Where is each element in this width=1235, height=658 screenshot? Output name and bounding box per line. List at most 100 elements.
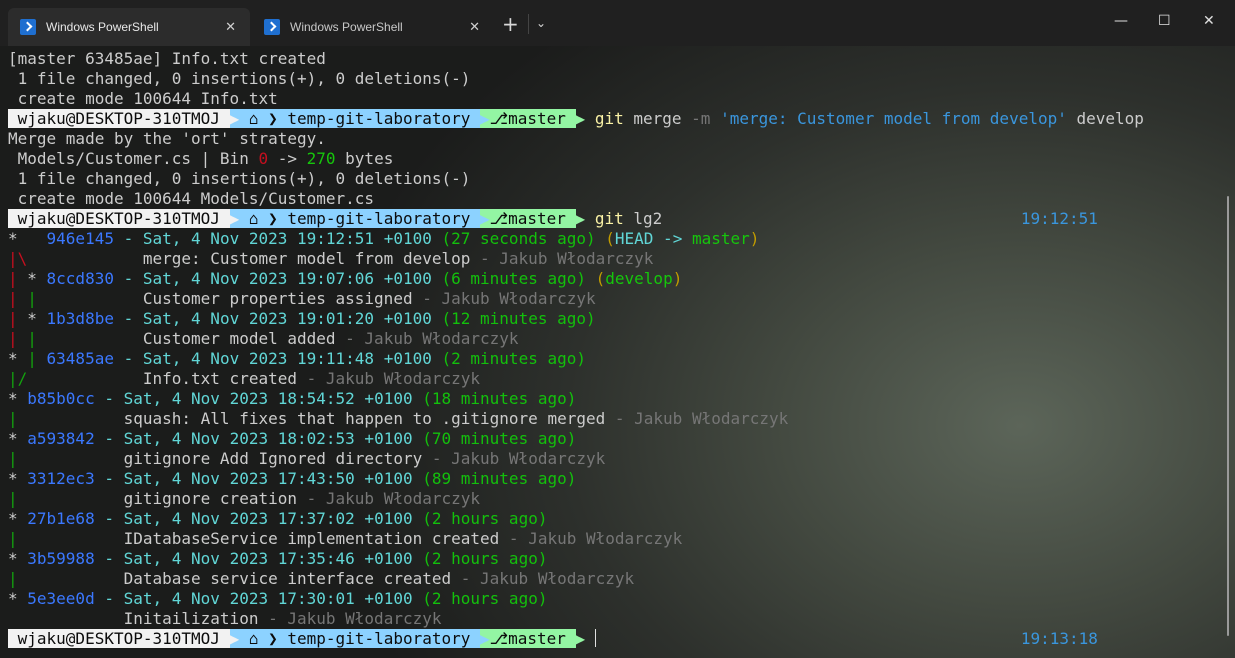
prompt-path: ❯ temp-git-laboratory: [268, 209, 481, 228]
text-cursor: [594, 629, 596, 647]
graph-glyph: *: [27, 269, 47, 288]
commit-hash: 3312ec3: [27, 469, 95, 488]
terminal-lines: [master 63485ae] Info.txt created 1 file…: [8, 49, 1144, 649]
separator: -: [113, 229, 143, 248]
graph-glyph: |: [8, 569, 28, 588]
graph-glyph: |: [27, 329, 47, 348]
commit-hash: b85b0cc: [27, 389, 95, 408]
tab-windows-powershell-2[interactable]: Windows PowerShell ✕: [252, 8, 494, 46]
separator: -: [258, 609, 288, 628]
log-message-line: |\ merge: Customer model from develop - …: [8, 249, 1144, 269]
prompt-separator-icon: ▶: [575, 109, 586, 128]
command-git: git: [594, 209, 624, 228]
graph-glyph: |: [8, 309, 28, 328]
graph-glyph: *: [8, 509, 28, 528]
separator: -: [605, 409, 635, 428]
output-text: 0: [258, 149, 269, 168]
log-commit-line: * 946e145 - Sat, 4 Nov 2023 19:12:51 +01…: [8, 229, 1144, 249]
log-commit-line: * a593842 - Sat, 4 Nov 2023 18:02:53 +01…: [8, 429, 1144, 449]
commit-hash: a593842: [27, 429, 95, 448]
maximize-button[interactable]: ☐: [1158, 13, 1171, 29]
prompt-line: wjaku@DESKTOP-310TMOJ ▶ ⌂ ❯ temp-git-lab…: [8, 629, 1144, 649]
output-text: Merge made by the 'ort' strategy.: [8, 129, 326, 148]
output-text: Models/Customer.cs | Bin: [8, 149, 259, 168]
graph-glyph: [27, 369, 46, 388]
prompt-line: wjaku@DESKTOP-310TMOJ ▶ ⌂ ❯ temp-git-lab…: [8, 109, 1144, 129]
tab-windows-powershell-1[interactable]: Windows PowerShell ✕: [8, 8, 250, 46]
separator: -: [113, 309, 143, 328]
graph-glyph: *: [8, 229, 47, 248]
tab-close-icon[interactable]: ✕: [469, 19, 480, 35]
output-text: [master 63485ae] Info.txt created: [8, 49, 326, 68]
commit-date: Sat, 4 Nov 2023 19:12:51 +0100: [142, 229, 432, 248]
log-commit-line: * 27b1e68 - Sat, 4 Nov 2023 17:37:02 +01…: [8, 509, 1144, 529]
chevron-down-icon[interactable]: ⌄: [536, 16, 546, 30]
command-sub: lg2: [623, 209, 663, 228]
separator: -: [296, 369, 326, 388]
refs-bracket: (: [586, 269, 606, 288]
tab-label: Windows PowerShell: [290, 20, 403, 34]
output-line: Merge made by the 'ort' strategy.: [8, 129, 1144, 149]
commit-date: Sat, 4 Nov 2023 17:35:46 +0100: [123, 549, 413, 568]
separator: -: [94, 589, 124, 608]
prompt-separator-icon: ▶: [480, 209, 490, 228]
commit-message: gitignore creation: [123, 489, 297, 508]
commit-author: Jakub Włodarczyk: [325, 489, 481, 508]
separator: -: [94, 549, 124, 568]
output-line: Models/Customer.cs | Bin 0 -> 270 bytes: [8, 149, 1144, 169]
commit-branch: develop: [605, 269, 673, 288]
commit-message: gitignore Add Ignored directory: [123, 449, 423, 468]
scrollbar[interactable]: [1227, 196, 1229, 636]
separator: -: [94, 389, 124, 408]
commit-hash: 8ccd830: [46, 269, 114, 288]
separator: -: [94, 469, 124, 488]
commit-author: Jakub Włodarczyk: [441, 289, 596, 308]
log-message-line: | | Customer properties assigned - Jakub…: [8, 289, 1144, 309]
graph-glyph: |: [8, 409, 28, 428]
graph-glyph: *: [8, 589, 28, 608]
powershell-icon: [20, 19, 36, 35]
commit-head: HEAD ->: [614, 229, 692, 248]
output-text: create mode 100644 Info.txt: [8, 89, 278, 108]
terminal-content[interactable]: [master 63485ae] Info.txt created 1 file…: [0, 46, 1235, 658]
tab-close-icon[interactable]: ✕: [225, 19, 236, 35]
prompt-separator-icon: ▶: [480, 109, 490, 128]
tab-label: Windows PowerShell: [46, 20, 159, 34]
commit-author: Jakub Włodarczyk: [499, 249, 654, 268]
home-icon: ⌂: [239, 629, 269, 648]
refs-bracket: ): [672, 269, 683, 288]
separator: -: [422, 449, 452, 468]
prompt-branch: master: [508, 209, 576, 228]
prompt-separator-icon: ▶: [480, 629, 490, 648]
commit-author: Jakub Włodarczyk: [364, 329, 519, 348]
commit-message: Customer model added: [142, 329, 336, 348]
output-text: 270: [306, 149, 336, 168]
log-message-line: Initailization - Jakub Włodarczyk: [8, 609, 1144, 629]
new-tab-button[interactable]: +: [502, 14, 519, 34]
minimize-button[interactable]: —: [1114, 13, 1128, 29]
commit-hash: 27b1e68: [27, 509, 95, 528]
log-message-line: | Database service interface created - J…: [8, 569, 1144, 589]
close-button[interactable]: ✕: [1203, 13, 1215, 29]
commit-relative-time: (27 seconds ago): [441, 229, 596, 248]
commit-author: Jakub Włodarczyk: [325, 369, 481, 388]
prompt-time: 19:12:51: [1020, 209, 1098, 228]
prompt-line: wjaku@DESKTOP-310TMOJ ▶ ⌂ ❯ temp-git-lab…: [8, 209, 1144, 229]
commit-hash: 946e145: [46, 229, 114, 248]
commit-message: Customer properties assigned: [142, 289, 413, 308]
